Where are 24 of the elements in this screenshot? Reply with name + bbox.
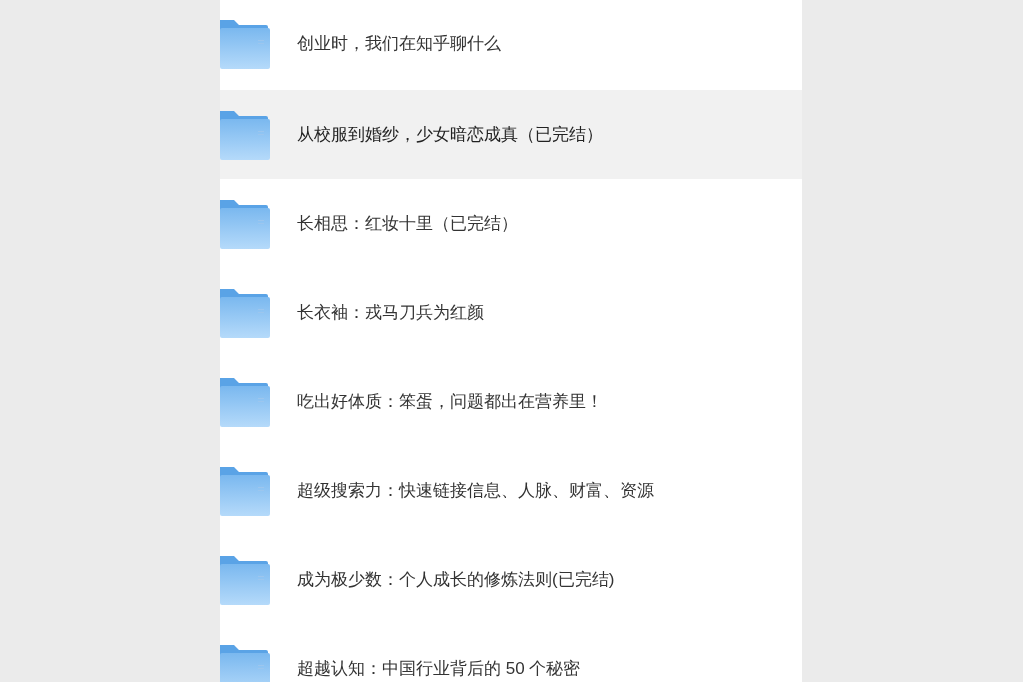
folder-icon bbox=[220, 376, 270, 427]
folder-name: 超级搜索力：快速链接信息、人脉、财富、资源 bbox=[297, 479, 654, 502]
folder-name: 吃出好体质：笨蛋，问题都出在营养里！ bbox=[297, 390, 603, 413]
folder-name: 长相思：红妆十里（已完结） bbox=[297, 212, 518, 235]
folder-row[interactable]: 长衣袖：戎马刀兵为红颜 bbox=[220, 268, 802, 357]
folder-icon bbox=[220, 198, 270, 249]
folder-icon bbox=[220, 19, 270, 69]
folder-name: 成为极少数：个人成长的修炼法则(已完结) bbox=[297, 568, 615, 591]
folder-name: 长衣袖：戎马刀兵为红颜 bbox=[297, 301, 484, 324]
folder-icon bbox=[220, 554, 270, 605]
folder-name: 创业时，我们在知乎聊什么 bbox=[297, 33, 501, 56]
folder-row[interactable]: 从校服到婚纱，少女暗恋成真（已完结） bbox=[220, 90, 802, 179]
folder-row[interactable]: 长相思：红妆十里（已完结） bbox=[220, 179, 802, 268]
folder-name: 从校服到婚纱，少女暗恋成真（已完结） bbox=[297, 123, 603, 146]
folder-name: 超越认知：中国行业背后的 50 个秘密 bbox=[297, 657, 581, 680]
folder-icon bbox=[220, 643, 270, 682]
folder-row[interactable]: 超越认知：中国行业背后的 50 个秘密 bbox=[220, 624, 802, 682]
folder-row[interactable]: 成为极少数：个人成长的修炼法则(已完结) bbox=[220, 535, 802, 624]
folder-row[interactable]: 吃出好体质：笨蛋，问题都出在营养里！ bbox=[220, 357, 802, 446]
folder-icon bbox=[220, 465, 270, 516]
folder-icon bbox=[220, 287, 270, 338]
folder-row[interactable]: 超级搜索力：快速链接信息、人脉、财富、资源 bbox=[220, 446, 802, 535]
folder-icon bbox=[220, 109, 270, 160]
folder-row[interactable]: 创业时，我们在知乎聊什么 bbox=[220, 0, 802, 90]
